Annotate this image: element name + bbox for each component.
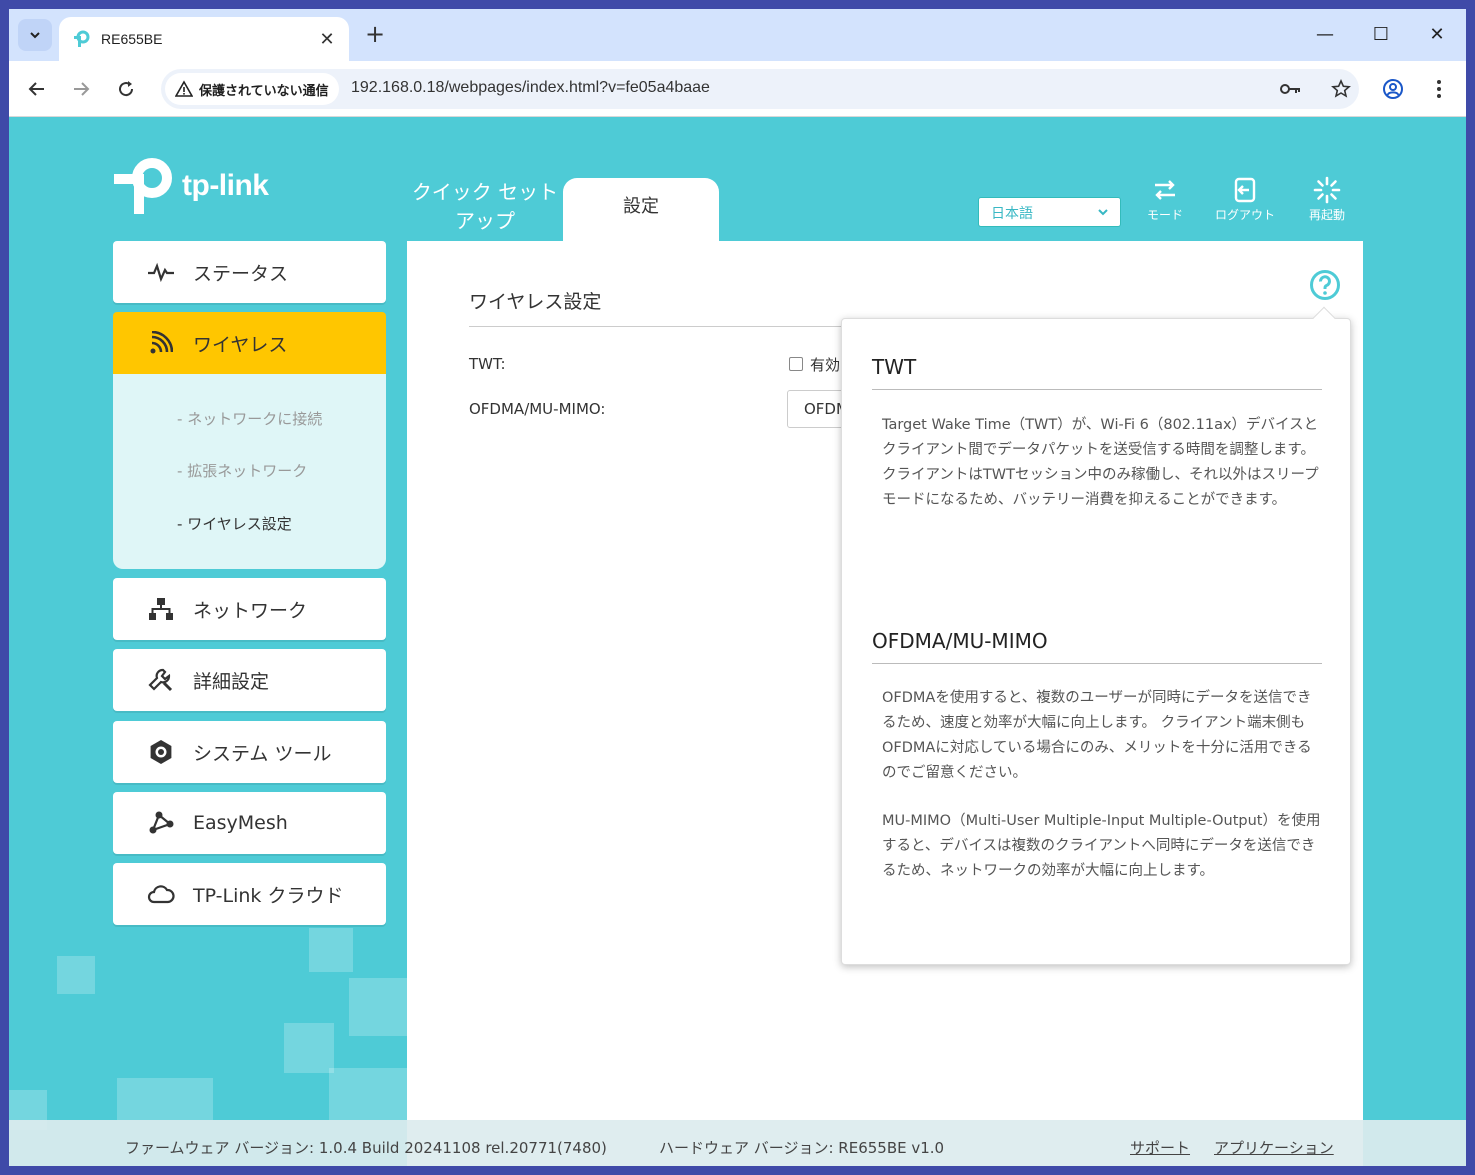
browser-tab[interactable]: RE655BE ✕ [59,17,349,61]
logout-button[interactable]: ログアウト [1210,176,1280,223]
menu-kebab-icon[interactable] [1423,73,1455,105]
tab-close-icon[interactable]: ✕ [317,29,337,50]
tplink-logo-icon [114,158,172,214]
help-divider [872,389,1322,390]
decor-square [57,956,95,994]
tplink-logo: tp-link [112,154,269,218]
decor-square [284,1023,334,1073]
help-ofdma-text: OFDMAを使用すると、複数のユーザーが同時にデータを送信できるため、速度と効率… [882,690,1312,781]
profile-icon[interactable] [1377,73,1409,105]
tab-quick-setup[interactable]: クイック セット アップ [407,178,563,236]
sidebar-item-tplink-cloud[interactable]: TP-Link クラウド [113,863,386,925]
support-link[interactable]: サポート [1130,1137,1190,1158]
logo-text: tp-link [182,169,269,202]
decor-square [309,928,353,972]
help-divider [872,663,1322,664]
sidebar-item-label: EasyMesh [193,812,288,834]
sidebar-item-wireless[interactable]: ワイヤレス [113,312,386,374]
submenu-item-extended-network[interactable]: - 拡張ネットワーク [177,460,307,481]
reload-icon [119,81,134,97]
browser-window: RE655BE ✕ + — ☐ ✕ 保護されていない通信 192.168.0.1… [9,9,1466,1166]
twt-enable-label[interactable]: 有効 [810,354,840,375]
minimize-button[interactable]: — [1305,21,1345,49]
tplink-favicon-icon [74,30,90,47]
browser-toolbar: 保護されていない通信 192.168.0.18/webpages/index.h… [9,61,1466,117]
sidebar-item-label: ステータス [193,262,289,285]
tab-search-button[interactable] [18,19,52,51]
language-value: 日本語 [991,206,1033,222]
bookmark-star-icon[interactable] [1329,77,1353,101]
cloud-icon [147,880,175,908]
application-link[interactable]: アプリケーション [1214,1137,1334,1158]
sidebar-item-label: ネットワーク [193,599,308,622]
mesh-icon [147,809,175,837]
wireless-submenu: - ネットワークに接続 - 拡張ネットワーク - ワイヤレス設定 [113,374,386,569]
mode-switch-icon [1155,180,1175,200]
network-icon [147,595,175,623]
sidebar-item-advanced[interactable]: 詳細設定 [113,649,386,711]
chevron-down-icon [30,32,40,39]
decor-square [349,978,407,1036]
arrow-left-icon [28,82,44,96]
help-popup: TWT Target Wake Time（TWT）が、Wi-Fi 6（802.1… [841,306,1351,965]
firmware-version: ファームウェア バージョン: 1.0.4 Build 20241108 rel.… [125,1139,607,1157]
wrench-icon [147,666,175,694]
security-label: 保護されていない通信 [199,83,329,99]
reboot-button[interactable]: 再起動 [1292,176,1362,223]
chevron-down-icon [1098,209,1108,216]
forward-button[interactable] [65,73,97,105]
address-bar[interactable]: 保護されていない通信 192.168.0.18/webpages/index.h… [161,69,1359,109]
hardware-version: ハードウェア バージョン: RE655BE v1.0 [659,1139,945,1157]
maximize-button[interactable]: ☐ [1361,21,1401,49]
help-mumimo-text: MU-MIMO（Multi-User Multiple-Input Multip… [882,813,1321,879]
sidebar-item-label: システム ツール [193,742,332,765]
decor-square [329,1068,407,1120]
submenu-item-wireless-settings[interactable]: - ワイヤレス設定 [177,513,292,534]
router-admin-page: tp-link クイック セット アップ 設定 日本語 モード ログアウト 再起… [9,118,1466,1166]
reload-button[interactable] [110,73,142,105]
window-close-button[interactable]: ✕ [1417,21,1457,49]
twt-label: TWT: [469,355,506,373]
language-select[interactable]: 日本語 [978,197,1121,227]
sidebar-item-network[interactable]: ネットワーク [113,578,386,640]
reboot-label: 再起動 [1308,208,1345,222]
footer: ファームウェア バージョン: 1.0.4 Build 20241108 rel.… [9,1120,1466,1166]
sidebar-item-status[interactable]: ステータス [113,241,386,303]
logout-label: ログアウト [1214,208,1275,222]
sidebar-item-label: TP-Link クラウド [193,884,344,907]
password-key-icon[interactable] [1279,77,1303,101]
security-indicator[interactable]: 保護されていない通信 [165,73,339,105]
help-icon[interactable] [1309,269,1341,301]
sidebar-item-label: ワイヤレス [193,333,288,356]
help-twt-title: TWT [872,355,917,379]
gear-icon [147,738,175,766]
ofdma-label: OFDMA/MU-MIMO: [469,400,606,418]
arrow-right-icon [74,82,90,96]
reboot-icon [1313,176,1341,204]
decor-square [117,1078,213,1120]
tab-settings[interactable]: 設定 [563,178,719,241]
sidebar-item-label: 詳細設定 [193,670,270,693]
section-title: ワイヤレス設定 [469,291,602,313]
wifi-icon [147,329,175,357]
tab-title: RE655BE [101,31,163,47]
sidebar-item-system-tools[interactable]: システム ツール [113,721,386,783]
twt-enable-checkbox[interactable] [789,357,803,371]
help-ofdma-title: OFDMA/MU-MIMO [872,629,1048,653]
tab-strip: RE655BE ✕ + — ☐ ✕ [9,9,1466,61]
submenu-item-connect-network[interactable]: - ネットワークに接続 [177,408,322,429]
back-button[interactable] [21,73,53,105]
help-twt-text: Target Wake Time（TWT）が、Wi-Fi 6（802.11ax）… [882,417,1319,508]
new-tab-button[interactable]: + [361,21,389,49]
mode-label: モード [1146,208,1183,222]
pulse-icon [147,258,175,286]
logout-icon [1234,177,1256,203]
warning-icon [175,80,193,97]
url-text: 192.168.0.18/webpages/index.html?v=fe05a… [351,79,710,96]
sidebar-item-easymesh[interactable]: EasyMesh [113,792,386,854]
section-divider [469,326,869,327]
mode-button[interactable]: モード [1130,176,1200,223]
